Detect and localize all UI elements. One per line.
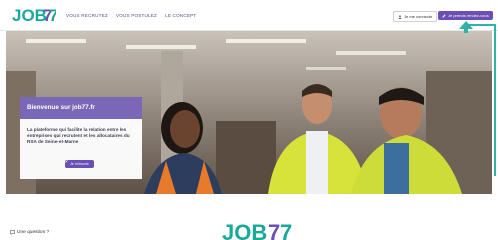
chat-bubble-icon — [10, 230, 15, 235]
main-nav: VOUS RECRUTEZ VOUS POSTULEZ LE CONCEPT — [66, 13, 196, 18]
arrow-up-icon — [459, 21, 473, 33]
svg-text:JOB: JOB — [222, 222, 267, 240]
svg-text:7: 7 — [280, 222, 292, 240]
nav-vous-postulez[interactable]: VOUS POSTULEZ — [116, 13, 157, 18]
job77-logo-footer: JOB 7 7 — [222, 222, 292, 240]
signup-label: Je prends rendez-vous — [448, 13, 489, 18]
welcome-card: Bienvenue sur job77.fr La plateforme qui… — [20, 97, 142, 179]
card-description: La plateforme qui facilite la relation e… — [27, 127, 130, 144]
signup-button[interactable]: Je prends rendez-vous — [438, 11, 493, 20]
nav-le-concept[interactable]: LE CONCEPT — [165, 13, 196, 18]
login-button[interactable]: Je me connecte — [393, 11, 438, 22]
nav-vous-recrutez[interactable]: VOUS RECRUTEZ — [66, 13, 108, 18]
card-header: Bienvenue sur job77.fr — [20, 97, 142, 119]
register-label: Je m'inscris — [70, 162, 89, 166]
pencil-icon — [65, 160, 68, 163]
highlight-frame — [466, 24, 496, 176]
register-button[interactable]: Je m'inscris — [65, 160, 94, 168]
card-title: Bienvenue sur job77.fr — [27, 104, 95, 111]
svg-text:JOB: JOB — [12, 6, 47, 25]
hero-banner: Bienvenue sur job77.fr La plateforme qui… — [6, 31, 492, 194]
user-icon — [398, 14, 402, 19]
top-header: JOB 7 7 VOUS RECRUTEZ VOUS POSTULEZ LE C… — [0, 0, 498, 31]
question-label: Une question ? — [17, 230, 50, 235]
svg-text:7: 7 — [49, 6, 56, 25]
job77-logo[interactable]: JOB 7 7 — [12, 4, 56, 26]
login-label: Je me connecte — [404, 14, 433, 19]
pencil-icon — [442, 13, 446, 18]
svg-text:7: 7 — [268, 222, 280, 240]
question-link[interactable]: Une question ? — [10, 230, 49, 235]
card-body: La plateforme qui facilite la relation e… — [20, 119, 142, 179]
